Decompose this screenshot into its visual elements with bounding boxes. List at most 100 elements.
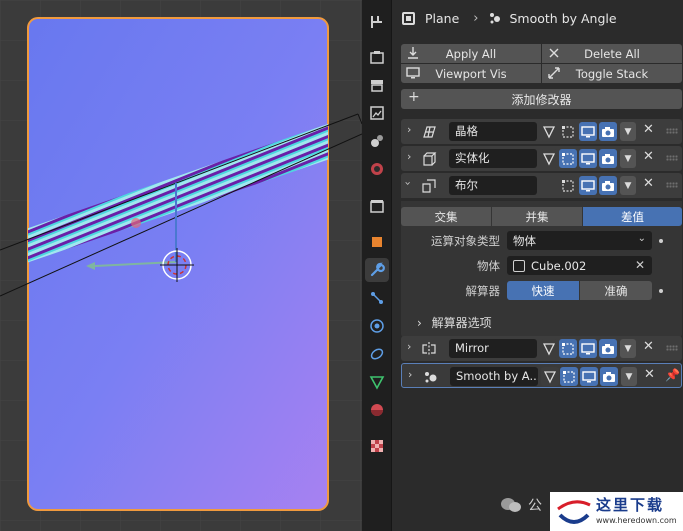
edit-mode-icon bbox=[563, 370, 575, 383]
chevron-right-icon[interactable]: › bbox=[407, 340, 411, 353]
viewport-toggle[interactable] bbox=[579, 176, 597, 195]
solver-options-subpanel[interactable]: › 解算器选项 bbox=[417, 314, 492, 331]
edit-mode-toggle[interactable] bbox=[559, 149, 577, 168]
texture-tab[interactable] bbox=[365, 434, 389, 458]
collection-icon bbox=[370, 200, 384, 213]
clear-icon[interactable]: ✕ bbox=[635, 258, 645, 272]
render-toggle[interactable] bbox=[599, 339, 617, 358]
monitor-icon bbox=[406, 67, 420, 79]
render-tab[interactable] bbox=[365, 45, 389, 69]
monitor-icon bbox=[581, 152, 595, 164]
constraints-tab[interactable] bbox=[365, 342, 389, 366]
chevron-right-icon[interactable]: › bbox=[408, 368, 412, 381]
modifier-lattice[interactable]: › 晶格 ▼ ✕ bbox=[401, 119, 682, 144]
collection-tab[interactable] bbox=[365, 194, 389, 218]
edit-mode-toggle[interactable] bbox=[560, 367, 578, 386]
modifier-smooth-by-angle[interactable]: › Smooth by A... ▼ ✕ 📌 bbox=[401, 363, 682, 388]
modifier-name-field[interactable]: Smooth by A... bbox=[450, 367, 538, 386]
world-tab[interactable] bbox=[365, 157, 389, 181]
output-tab[interactable] bbox=[365, 73, 389, 97]
viewport-toggle[interactable] bbox=[579, 149, 597, 168]
remove-modifier-icon[interactable]: ✕ bbox=[644, 367, 655, 382]
op-intersect-button[interactable]: 交集 bbox=[401, 207, 491, 226]
edit-cage-toggle[interactable] bbox=[541, 367, 559, 386]
viewport-vis-button[interactable]: Viewport Vis bbox=[401, 64, 541, 83]
solver-label: 解算器 bbox=[465, 284, 501, 298]
viewport-canvas bbox=[0, 0, 362, 531]
animate-dot-icon[interactable] bbox=[659, 289, 663, 293]
modifier-name-field[interactable]: Mirror bbox=[449, 339, 537, 358]
edit-mode-toggle[interactable] bbox=[559, 339, 577, 358]
modifier-name-field[interactable]: 晶格 bbox=[449, 122, 537, 141]
edit-mode-toggle[interactable] bbox=[559, 122, 577, 141]
view-layer-tab[interactable] bbox=[365, 101, 389, 125]
physics-tab[interactable] bbox=[365, 314, 389, 338]
chevron-right-icon[interactable]: › bbox=[407, 150, 411, 163]
edit-cage-toggle[interactable] bbox=[540, 339, 558, 358]
chevron-down-icon: ⌄ bbox=[637, 233, 646, 244]
viewport-toggle[interactable] bbox=[579, 339, 597, 358]
camera-icon bbox=[603, 371, 615, 382]
viewport-toggle[interactable] bbox=[580, 367, 598, 386]
modifier-mirror[interactable]: › Mirror ▼ ✕ bbox=[401, 336, 682, 361]
solver-fast-button[interactable]: 快速 bbox=[507, 281, 579, 300]
wrench-icon bbox=[370, 262, 385, 277]
solver-exact-button[interactable]: 准确 bbox=[580, 281, 652, 300]
add-modifier-button[interactable]: + 添加修改器 bbox=[401, 89, 682, 109]
camera-icon bbox=[602, 153, 614, 164]
drag-handle-icon[interactable] bbox=[666, 182, 678, 188]
object-tab[interactable] bbox=[365, 230, 389, 254]
render-toggle[interactable] bbox=[600, 367, 618, 386]
modifier-boolean[interactable]: › 布尔 ▼ ✕ bbox=[401, 173, 682, 198]
drag-handle-icon[interactable] bbox=[666, 345, 678, 351]
modifier-menu-dropdown[interactable]: ▼ bbox=[620, 339, 636, 358]
remove-modifier-icon[interactable]: ✕ bbox=[643, 176, 654, 191]
operand-type-select[interactable]: 物体 ⌄ bbox=[507, 231, 652, 250]
delete-all-button[interactable]: Delete All bbox=[542, 44, 682, 63]
modifier-name-field[interactable]: 布尔 bbox=[449, 176, 537, 195]
view-layer-icon bbox=[370, 106, 384, 120]
chevron-right-icon: › bbox=[473, 10, 479, 26]
remove-modifier-icon[interactable]: ✕ bbox=[643, 149, 654, 164]
modifier-menu-dropdown[interactable]: ▼ bbox=[621, 367, 637, 386]
drag-handle-icon[interactable] bbox=[666, 155, 678, 161]
drag-handle-icon[interactable] bbox=[666, 128, 678, 134]
edit-mode-toggle[interactable] bbox=[559, 176, 577, 195]
modifier-menu-dropdown[interactable]: ▼ bbox=[620, 122, 636, 141]
chevron-right-icon[interactable]: › bbox=[407, 123, 411, 136]
toggle-stack-button[interactable]: Toggle Stack bbox=[542, 64, 682, 83]
particles-tab[interactable] bbox=[365, 286, 389, 310]
triangle-vertices-icon bbox=[542, 125, 556, 138]
tool-tab[interactable] bbox=[365, 10, 389, 34]
chevron-right-icon: › bbox=[417, 316, 422, 330]
modifier-solidify[interactable]: › 实体化 ▼ ✕ bbox=[401, 146, 682, 171]
data-tab[interactable] bbox=[365, 370, 389, 394]
chevron-down-icon[interactable]: › bbox=[402, 181, 415, 185]
expand-icon bbox=[548, 67, 560, 79]
remove-modifier-icon[interactable]: ✕ bbox=[643, 122, 654, 137]
material-tab[interactable] bbox=[365, 398, 389, 422]
edit-cage-toggle[interactable] bbox=[540, 149, 558, 168]
modifiers-tab[interactable] bbox=[365, 258, 389, 282]
edit-cage-toggle[interactable] bbox=[540, 122, 558, 141]
remove-modifier-icon[interactable]: ✕ bbox=[643, 339, 654, 354]
modifier-menu-dropdown[interactable]: ▼ bbox=[620, 149, 636, 168]
object-field[interactable]: Cube.002 ✕ bbox=[507, 256, 652, 275]
x-icon bbox=[549, 48, 559, 58]
render-toggle[interactable] bbox=[599, 122, 617, 141]
pin-icon[interactable]: 📌 bbox=[665, 368, 680, 382]
render-toggle[interactable] bbox=[599, 149, 617, 168]
scene-tab[interactable] bbox=[365, 129, 389, 153]
apply-all-button[interactable]: Apply All bbox=[401, 44, 541, 63]
animate-dot-icon[interactable] bbox=[659, 239, 663, 243]
viewport-toggle[interactable] bbox=[579, 122, 597, 141]
smooth-by-angle-icon bbox=[489, 13, 500, 24]
modifier-name-field[interactable]: 实体化 bbox=[449, 149, 537, 168]
render-toggle[interactable] bbox=[599, 176, 617, 195]
physics-icon bbox=[370, 319, 384, 333]
op-difference-button[interactable]: 差值 bbox=[583, 207, 682, 226]
op-union-button[interactable]: 并集 bbox=[492, 207, 582, 226]
modifier-menu-dropdown[interactable]: ▼ bbox=[620, 176, 636, 195]
apply-all-label: Apply All bbox=[445, 46, 497, 61]
3d-viewport[interactable] bbox=[0, 0, 362, 531]
